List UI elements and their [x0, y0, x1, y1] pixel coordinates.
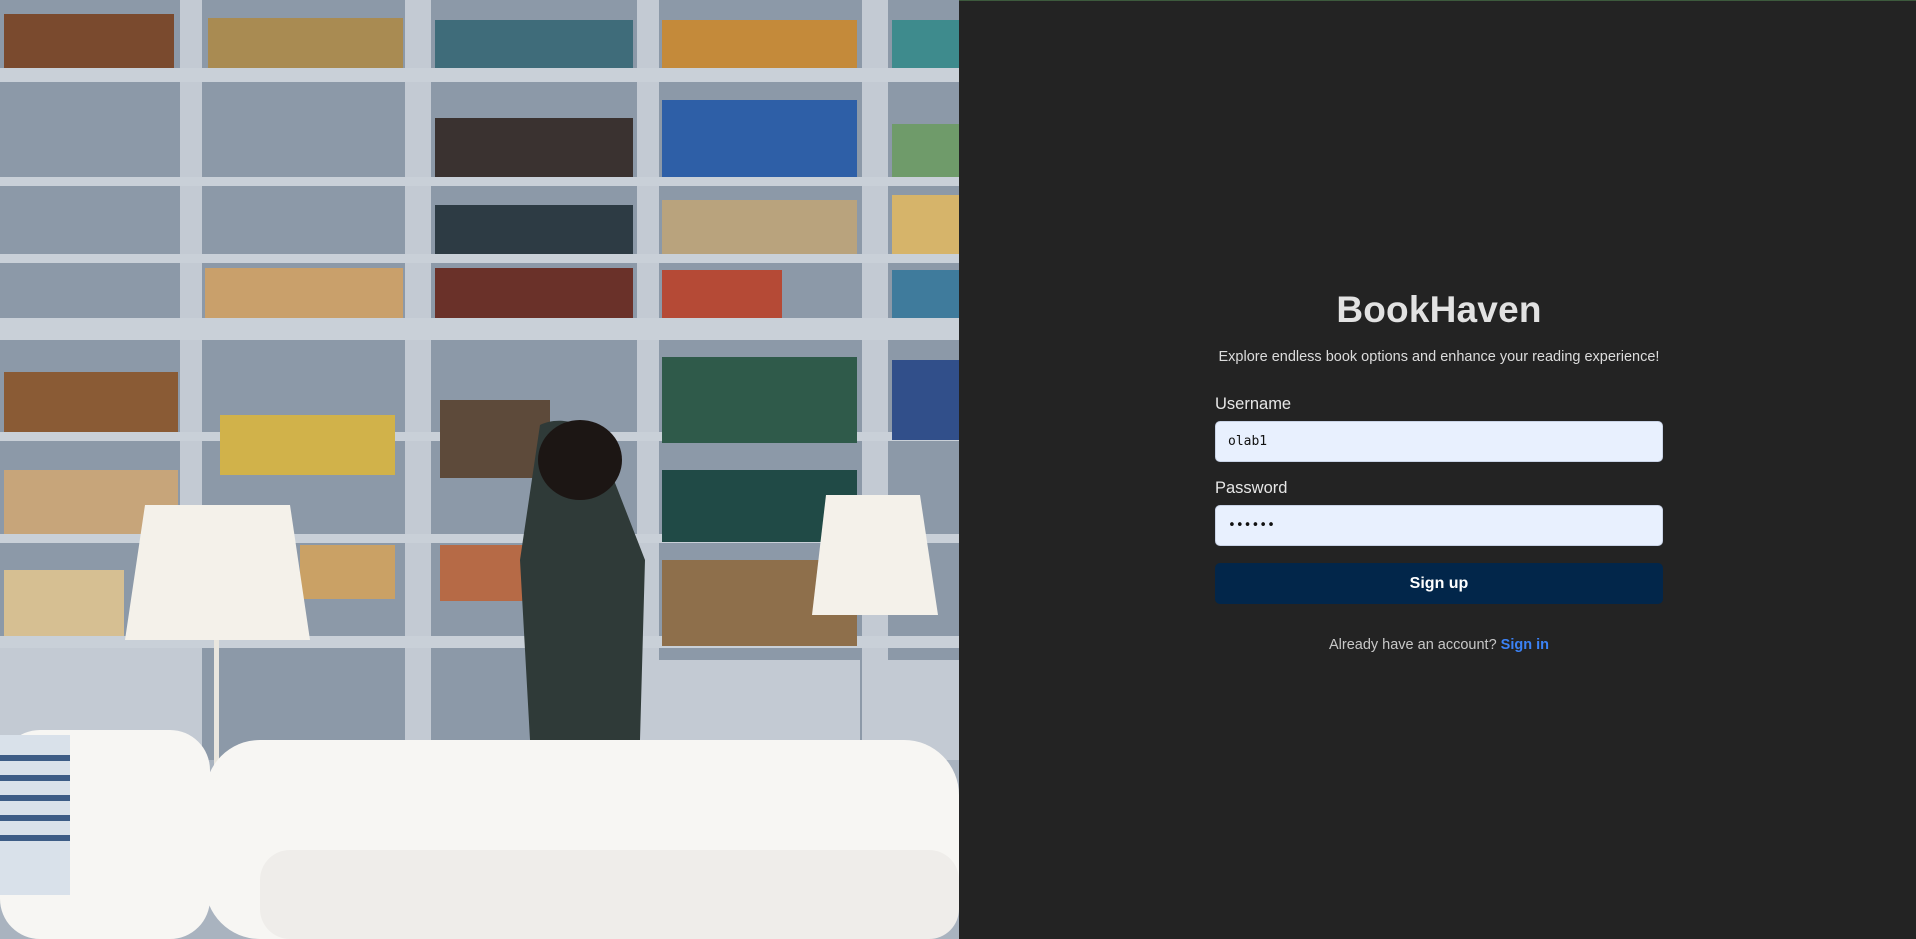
bookshelf-photo-icon: [0, 0, 959, 939]
password-value: ••••••: [1228, 518, 1275, 533]
signin-prompt-row: Already have an account? Sign in: [1215, 637, 1663, 653]
brand-tagline: Explore endless book options and enhance…: [1218, 349, 1660, 365]
sign-up-button[interactable]: Sign up: [1215, 563, 1663, 604]
username-label: Username: [1215, 395, 1292, 413]
username-input[interactable]: olab1: [1215, 421, 1663, 462]
password-label: Password: [1215, 479, 1288, 497]
signin-prompt-text: Already have an account?: [1328, 637, 1497, 653]
username-value: olab1: [1228, 434, 1268, 449]
auth-panel: BookHaven Explore endless book options a…: [959, 0, 1916, 939]
sign-in-link[interactable]: Sign in: [1501, 637, 1549, 653]
hero-image: [0, 0, 959, 939]
signup-form: BookHaven Explore endless book options a…: [1215, 286, 1663, 653]
password-input[interactable]: ••••••: [1215, 505, 1663, 546]
brand-title: BookHaven: [1336, 289, 1542, 330]
